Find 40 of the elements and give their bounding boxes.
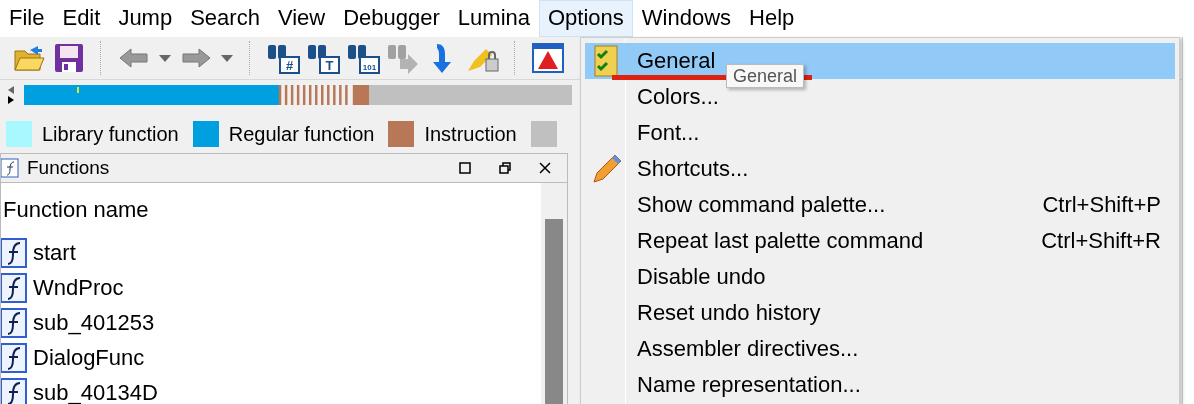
menu-bar-item[interactable]: Lumina xyxy=(448,0,539,37)
column-header[interactable]: Function name xyxy=(1,197,541,235)
function-icon xyxy=(1,342,27,373)
menu-bar-item[interactable]: Windows xyxy=(632,0,741,37)
menu-bar-item[interactable]: Edit xyxy=(53,0,110,37)
menu-item[interactable]: Shortcuts... xyxy=(585,151,1175,187)
save-icon[interactable] xyxy=(52,41,86,75)
menu-bar-item[interactable]: View xyxy=(268,0,335,37)
menu-item[interactable]: Font... xyxy=(585,115,1175,151)
legend-label: Regular function xyxy=(228,122,375,146)
function-icon xyxy=(1,272,27,303)
checklist-icon xyxy=(594,45,620,77)
menu-bar-item[interactable]: Debugger xyxy=(334,0,449,37)
function-name[interactable]: sub_401253 xyxy=(33,309,155,336)
pencil-icon xyxy=(591,153,623,185)
menu-item[interactable]: Show command palette... Ctrl+Shift+P xyxy=(585,187,1175,223)
warning-window-icon[interactable] xyxy=(531,41,565,75)
panel-title: Functions xyxy=(27,157,111,179)
function-icon xyxy=(1,307,27,338)
menu-bar-item[interactable]: File xyxy=(0,0,54,37)
menu-bar-item[interactable]: Jump xyxy=(109,0,182,37)
function-name[interactable]: DialogFunc xyxy=(33,344,145,371)
scrollbar[interactable] xyxy=(541,183,567,404)
menu-item[interactable]: Reset undo history xyxy=(585,295,1175,331)
tooltip: General xyxy=(726,64,805,88)
menu-item[interactable]: Name representation... xyxy=(585,367,1175,403)
function-icon xyxy=(1,237,27,268)
menu-item[interactable]: Disable undo xyxy=(585,259,1175,295)
menu-bar-item[interactable]: Search xyxy=(181,0,269,37)
function-name[interactable]: WndProc xyxy=(33,274,124,301)
function-name[interactable]: start xyxy=(33,239,76,266)
function-name[interactable]: sub_40134D xyxy=(33,379,158,404)
menu-item[interactable]: Repeat last palette command Ctrl+Shift+R xyxy=(585,223,1175,259)
menu-bar-item[interactable]: Options xyxy=(539,0,633,37)
legend-label: Library function xyxy=(42,122,179,146)
navigation-band-drawing[interactable] xyxy=(24,85,572,105)
legend-label: Instruction xyxy=(424,122,517,146)
function-icon xyxy=(1,377,27,404)
menu-item[interactable]: Assembler directives... xyxy=(585,331,1175,367)
menu-bar-item[interactable]: Help xyxy=(740,0,804,37)
